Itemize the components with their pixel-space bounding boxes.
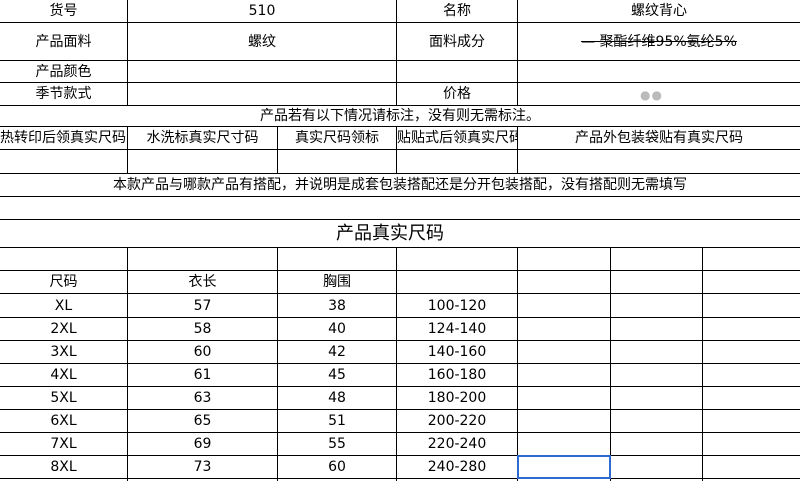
size-cell[interactable]: 4XL [0,364,127,386]
grid-line [0,247,800,248]
weight-cell[interactable]: 200-220 [397,410,517,432]
grid-line [610,247,611,481]
chest-cell[interactable]: 60 [278,456,396,478]
tag-col-wash-label: 水洗标真实尺寸码 [146,130,259,146]
weight-cell[interactable]: 220-240 [397,433,517,455]
weight-cell[interactable]: 100-120 [397,294,517,317]
length-cell[interactable]: 63 [128,387,277,409]
length-cell[interactable]: 58 [128,318,277,340]
season-label: 季节款式 [35,86,92,102]
spreadsheet-grid: 货号 510 名称 螺纹背心 产品面料 螺纹 面料成分 — 聚酯纤维95%氨纶5… [0,0,800,481]
huohao-value[interactable]: 510 [128,0,396,22]
grid-line [702,247,703,481]
size-cell[interactable]: 7XL [0,433,127,455]
size-cell[interactable]: 5XL [0,387,127,409]
chest-cell[interactable]: 48 [278,387,396,409]
length-cell[interactable]: 60 [128,341,277,363]
chest-cell[interactable]: 45 [278,364,396,386]
season-value-cell[interactable] [128,83,396,105]
tag-col-outer-bag: 产品外包装袋贴有真实尺码 [575,130,743,146]
weight-cell[interactable]: 124-140 [397,318,517,340]
size-table-title: 产品真实尺码 [336,222,444,244]
length-cell[interactable]: 65 [128,410,277,432]
grid-line [0,149,800,150]
length-cell[interactable]: 73 [128,456,277,478]
weight-cell[interactable]: 180-200 [397,387,517,409]
tag-col-neck-label: 真实尺码领标 [295,130,379,146]
price-label: 价格 [443,86,471,102]
tag-col-heat-transfer: 热转印后领真实尺码 [0,130,126,146]
length-cell[interactable]: 69 [128,433,277,455]
chest-cell[interactable]: 55 [278,433,396,455]
size-cell[interactable]: 2XL [0,318,127,340]
grid-line [0,478,800,479]
weight-cell[interactable]: 240-280 [397,456,517,478]
composition-value[interactable]: — 聚酯纤维95%氨纶5% [518,23,800,60]
length-cell[interactable]: 61 [128,364,277,386]
size-cell[interactable]: 8XL [0,456,127,478]
ellipsis-icon: ●● [640,88,663,102]
length-header: 衣长 [188,274,217,290]
tag-col-sticker: 贴贴式后领真实尺码 [397,130,517,146]
size-cell[interactable]: 6XL [0,410,127,432]
chest-header: 胸围 [323,274,351,290]
grid-line [517,247,518,481]
active-cell-selection[interactable] [517,455,611,479]
fabric-label: 产品面料 [35,33,92,50]
chest-cell[interactable]: 42 [278,341,396,363]
fabric-value[interactable]: 螺纹 [128,23,396,60]
name-label: 名称 [443,3,471,19]
length-cell[interactable]: 57 [128,294,277,317]
weight-cell[interactable]: 160-180 [397,364,517,386]
chest-cell[interactable]: 40 [278,318,396,340]
weight-cell[interactable]: 140-160 [397,341,517,363]
composition-label: 面料成分 [429,33,485,50]
grid-line [0,196,800,197]
name-value[interactable]: 螺纹背心 [518,0,800,22]
chest-cell[interactable]: 51 [278,410,396,432]
match-note: 本款产品与哪款产品有搭配，并说明是成套包装搭配还是分开包装搭配，没有搭配则无需填… [113,177,687,193]
chest-cell[interactable]: 38 [278,294,396,317]
size-cell[interactable]: XL [0,294,127,317]
size-header: 尺码 [49,274,78,290]
size-cell[interactable]: 3XL [0,341,127,363]
huohao-label: 货号 [49,3,78,19]
mark-note: 产品若有以下情况请标注，没有则无需标注。 [260,108,540,124]
color-label: 产品颜色 [35,63,92,80]
color-value-cell[interactable] [128,61,800,82]
